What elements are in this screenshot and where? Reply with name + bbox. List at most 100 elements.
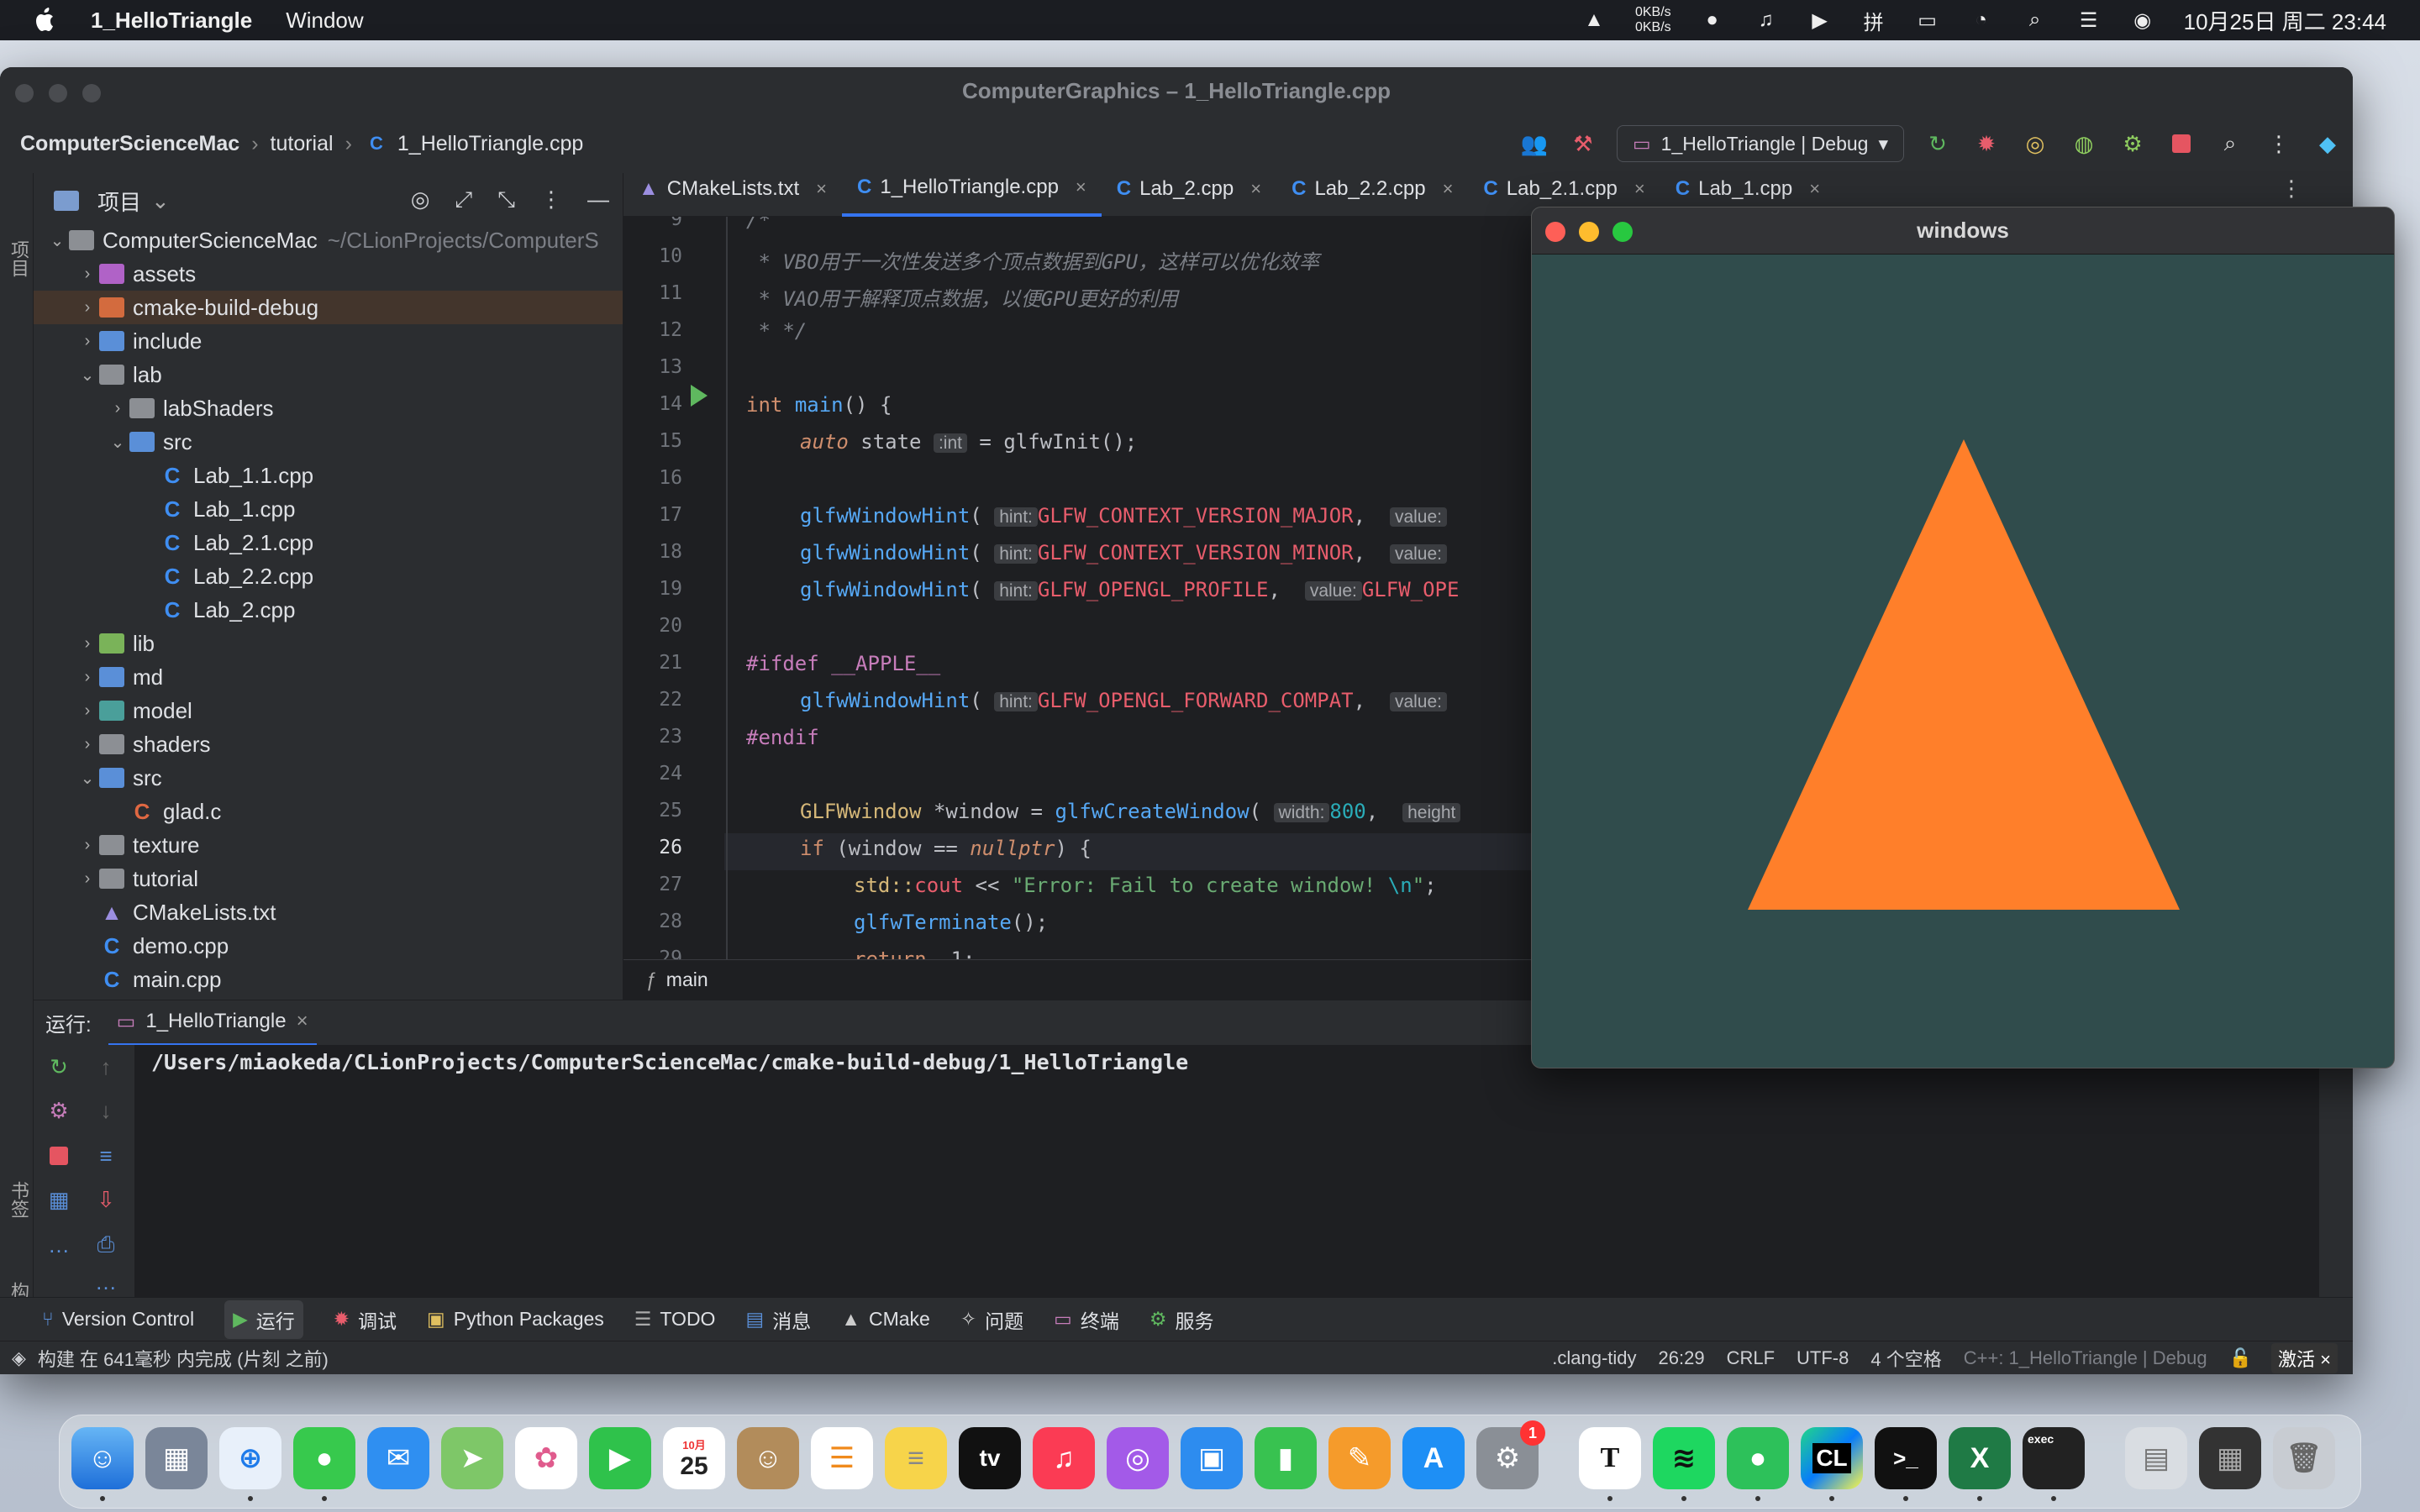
print-icon[interactable]: ⎙ (92, 1231, 119, 1258)
spotify-icon[interactable]: ≋ (1653, 1427, 1715, 1489)
control-center-icon[interactable]: ☰ (2076, 8, 2102, 33)
tree-item-lib[interactable]: › lib (34, 627, 623, 660)
typora-icon[interactable]: T (1579, 1427, 1641, 1489)
minimize-button[interactable] (1579, 222, 1599, 242)
status-context[interactable]: C++: 1_HelloTriangle | Debug (1964, 1347, 2207, 1369)
tab-cmakelists[interactable]: ▲ CMakeLists.txt × (623, 161, 842, 217)
play-circle-icon[interactable]: ▶ (1807, 8, 1833, 33)
breadcrumb-folder[interactable]: tutorial (271, 132, 334, 156)
chevron-down-icon[interactable]: ⌄ (45, 230, 69, 251)
chevron-right-icon[interactable]: › (76, 298, 99, 318)
safari-icon[interactable]: ⊕ (219, 1427, 281, 1489)
chevron-right-icon[interactable]: › (76, 265, 99, 284)
status-line-ending[interactable]: CRLF (1727, 1347, 1775, 1369)
menu-window[interactable]: Window (286, 8, 363, 34)
pages-icon[interactable]: ✎ (1328, 1427, 1391, 1489)
chevron-right-icon[interactable]: › (76, 634, 99, 654)
rerun-icon[interactable]: ↻ (1923, 129, 1953, 159)
menu-app-name[interactable]: 1_HelloTriangle (91, 8, 252, 34)
more-vertical-icon[interactable]: ⋮ (2264, 129, 2294, 159)
app-store-icon[interactable]: A (1402, 1427, 1465, 1489)
launchpad-icon[interactable]: ▦ (145, 1427, 208, 1489)
wechat-icon[interactable]: ● (1727, 1427, 1789, 1489)
chevron-down-icon[interactable]: ⌄ (76, 768, 99, 789)
tool-todo[interactable]: ☰ TODO (634, 1308, 716, 1331)
tree-item-include[interactable]: › include (34, 324, 623, 358)
photos-icon[interactable]: ✿ (515, 1427, 577, 1489)
expand-all-icon[interactable]: ⤢ (455, 186, 472, 213)
tool-messages[interactable]: ▤ 消息 (745, 1305, 811, 1334)
breadcrumb-file[interactable]: 1_HelloTriangle.cpp (397, 132, 583, 156)
podcasts-icon[interactable]: ◎ (1107, 1427, 1169, 1489)
tree-item-labshaders[interactable]: › labShaders (34, 391, 623, 425)
profile-icon[interactable]: ◍ (2069, 129, 2099, 159)
soft-wrap-icon[interactable]: ≡ (92, 1142, 119, 1169)
tree-item-glad[interactable]: Cglad.c (34, 795, 623, 828)
trash-icon[interactable]: 🗑 (2273, 1427, 2335, 1489)
tree-item-tutorial[interactable]: › tutorial (34, 862, 623, 895)
messages-icon[interactable]: ● (293, 1427, 355, 1489)
clion-icon[interactable]: CL (1801, 1427, 1863, 1489)
close-icon[interactable]: × (1634, 178, 1645, 200)
calendar-icon[interactable]: 10月 25 (663, 1427, 725, 1489)
menu-datetime[interactable]: 10月25日 周二 23:44 (2184, 5, 2386, 36)
tree-root[interactable]: ⌄ ComputerScienceMac ~/CLionProjects/Com… (34, 223, 623, 257)
finder-icon[interactable]: ☺ (71, 1427, 134, 1489)
tool-python-packages[interactable]: ▣ Python Packages (427, 1308, 604, 1331)
settings-icon[interactable]: ⚙ (45, 1097, 72, 1124)
keynote-icon[interactable]: ▣ (1181, 1427, 1243, 1489)
layers-icon[interactable]: ◈ (12, 1347, 26, 1369)
run-coverage-icon[interactable]: ◎ (2020, 129, 2050, 159)
status-encoding[interactable]: UTF-8 (1797, 1347, 1849, 1369)
tree-item-lab[interactable]: ⌄ lab (34, 358, 623, 391)
reminders-icon[interactable]: ☰ (811, 1427, 873, 1489)
valgrind-icon[interactable]: ⚙ (2118, 129, 2148, 159)
siri-icon[interactable]: ◉ (2130, 8, 2155, 33)
tool-services[interactable]: ⚙ 服务 (1150, 1305, 1214, 1334)
battery-icon[interactable]: ▭ (1915, 8, 1940, 33)
stop-icon[interactable] (2166, 129, 2196, 159)
tab-lab2-2[interactable]: C Lab_2.2.cpp × (1276, 161, 1468, 217)
collapse-all-icon[interactable]: ⤡ (497, 186, 515, 213)
notes-icon[interactable]: ≡ (885, 1427, 947, 1489)
breadcrumb-function[interactable]: main (666, 969, 708, 991)
input-method-icon[interactable]: 拼 (1861, 8, 1886, 34)
tree-item-demo[interactable]: Cdemo.cpp (34, 929, 623, 963)
tab-hellotriangle[interactable]: C 1_HelloTriangle.cpp × (842, 160, 1102, 217)
tool-version-control[interactable]: ⑂ Version Control (42, 1308, 194, 1331)
more-icon[interactable]: … (45, 1231, 72, 1258)
music-icon[interactable]: ♫ (1033, 1427, 1095, 1489)
search-everywhere-icon[interactable]: ⌕ (2215, 129, 2245, 159)
airpods-icon[interactable]: ♫ (1754, 8, 1779, 33)
debug-bug-icon[interactable]: ✹ (1971, 129, 2002, 159)
tree-item-src[interactable]: ⌄ src (34, 761, 623, 795)
chevron-right-icon[interactable]: › (76, 701, 99, 721)
more-icon[interactable]: … (92, 1268, 119, 1295)
tree-item-lab-1[interactable]: C Lab_1.cpp (34, 492, 623, 526)
close-button[interactable] (15, 84, 34, 102)
code-editor[interactable]: 9 10 11 12 13 14 15 16 17 18 19 20 21 22… (623, 217, 1531, 959)
build-hammer-icon[interactable]: ⚒ (1568, 129, 1598, 159)
rerun-icon[interactable]: ↻ (45, 1053, 72, 1080)
tool-terminal[interactable]: ▭ 终端 (1054, 1305, 1119, 1334)
tree-item-model[interactable]: › model (34, 694, 623, 727)
chevron-right-icon[interactable]: › (76, 735, 99, 754)
close-icon[interactable]: × (816, 178, 827, 200)
search-icon[interactable]: ⌕ (2023, 8, 2048, 33)
options-icon[interactable]: ⋮ (540, 186, 562, 213)
chevron-right-icon[interactable]: › (106, 399, 129, 418)
close-icon[interactable]: × (1443, 178, 1454, 200)
tree-item-texture[interactable]: › texture (34, 828, 623, 862)
run-config-dropdown[interactable]: ▭ 1_HelloTriangle | Debug ▾ (1616, 125, 1904, 162)
arrow-up-icon[interactable]: ↑ (92, 1053, 119, 1080)
tree-item-cmake-build-debug[interactable]: › cmake-build-debug (34, 291, 623, 324)
chevron-right-icon[interactable]: › (76, 332, 99, 351)
close-icon[interactable]: × (1076, 176, 1086, 198)
run-gutter-icon[interactable] (691, 385, 708, 407)
contacts-icon[interactable]: ☺ (737, 1427, 799, 1489)
facetime-icon[interactable]: ▶ (589, 1427, 651, 1489)
cat-icon[interactable]: ▲ (1581, 8, 1607, 33)
tree-item-shaders[interactable]: › shaders (34, 727, 623, 761)
chevron-right-icon[interactable]: › (76, 668, 99, 687)
zoom-button[interactable] (1612, 222, 1633, 242)
